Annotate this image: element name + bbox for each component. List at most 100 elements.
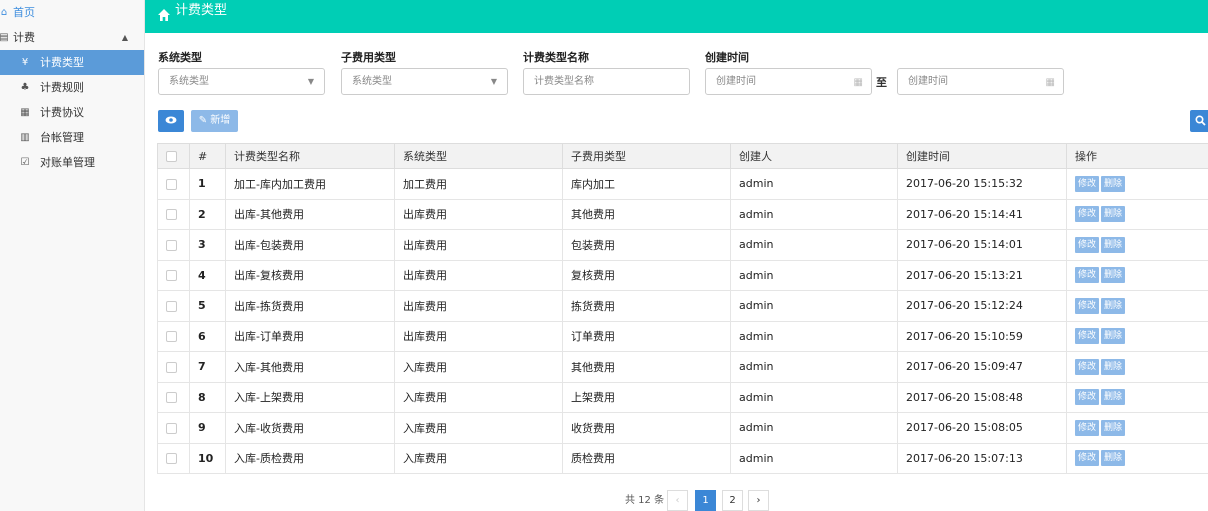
create-time-cell: 2017-06-20 15:08:05: [897, 412, 1067, 444]
fee-type-name-input[interactable]: 计费类型名称: [523, 68, 690, 95]
sidebar-item-home[interactable]: ⌂ 首页: [0, 0, 144, 25]
page-button-1[interactable]: 1: [695, 490, 716, 511]
next-page-button[interactable]: ›: [748, 490, 769, 511]
prev-page-button[interactable]: ‹: [667, 490, 688, 511]
row-checkbox[interactable]: [166, 361, 177, 373]
edit-button[interactable]: 修改: [1075, 450, 1100, 467]
sidebar-item-billing-agreement[interactable]: ▦ 计费协议: [0, 100, 144, 125]
table-row[interactable]: 10 入库-质检费用 入库费用 质检费用 admin 2017-06-20 15:07:1…: [157, 442, 1208, 474]
table-row[interactable]: 8 入库-上架费用 入库费用 上架费用 admin 2017-06-20 15:08:48…: [157, 381, 1208, 413]
create-time-from-input[interactable]: 创建时间 ▦: [705, 68, 872, 95]
table-row[interactable]: 1 加工-库内加工费用 加工费用 库内加工 admin 2017-06-20 15:15:…: [157, 168, 1208, 200]
sub-fee-type-cell: 拣货费用: [562, 290, 731, 322]
view-button[interactable]: [158, 110, 184, 132]
sub-fee-type-cell: 复核费用: [562, 259, 731, 291]
row-checkbox[interactable]: [166, 422, 177, 434]
table-row[interactable]: 7 入库-其他费用 入库费用 其他费用 admin 2017-06-20 15:09:47…: [157, 351, 1208, 383]
table-row[interactable]: 3 出库-包装费用 出库费用 包装费用 admin 2017-06-20 15:14:01…: [157, 229, 1208, 261]
delete-button[interactable]: 删除: [1101, 419, 1126, 436]
delete-button[interactable]: 删除: [1101, 206, 1126, 223]
select-all-cell[interactable]: [157, 143, 190, 169]
sub-fee-type-label: 子费用类型: [341, 51, 396, 64]
row-select-cell[interactable]: [157, 351, 190, 383]
actions-cell: 修改 删除: [1066, 168, 1208, 200]
search-button[interactable]: [1190, 110, 1208, 132]
sidebar-item-billing-rule[interactable]: ♣ 计费规则: [0, 75, 144, 100]
column-header: #: [189, 143, 226, 169]
calendar-icon: ▦: [1045, 77, 1055, 88]
sidebar-item-ledger[interactable]: ▥ 台帐管理: [0, 125, 144, 150]
row-checkbox[interactable]: [166, 270, 177, 282]
page-button-2[interactable]: 2: [722, 490, 743, 511]
add-button[interactable]: ✎ 新增: [191, 110, 238, 132]
create-time-to-input[interactable]: 创建时间 ▦: [897, 68, 1064, 95]
delete-button[interactable]: 删除: [1101, 175, 1126, 192]
row-checkbox[interactable]: [166, 239, 177, 251]
sidebar-item-billing-type[interactable]: ¥ 计费类型: [0, 50, 144, 75]
delete-button[interactable]: 删除: [1101, 297, 1126, 314]
home-icon: [158, 9, 170, 21]
delete-button[interactable]: 删除: [1101, 358, 1126, 375]
column-header[interactable]: 创建时间: [897, 143, 1067, 169]
column-header[interactable]: 子费用类型: [562, 143, 731, 169]
row-select-cell[interactable]: [157, 442, 190, 474]
table-row[interactable]: 6 出库-订单费用 出库费用 订单费用 admin 2017-06-20 15:10:59…: [157, 320, 1208, 352]
row-checkbox[interactable]: [166, 178, 177, 190]
row-checkbox[interactable]: [166, 209, 177, 221]
edit-button[interactable]: 修改: [1075, 358, 1100, 375]
sidebar-item-statement[interactable]: ☑ 对账单管理: [0, 150, 144, 175]
table-row[interactable]: 2 出库-其他费用 出库费用 其他费用 admin 2017-06-20 15:14:41…: [157, 198, 1208, 230]
delete-button[interactable]: 删除: [1101, 236, 1126, 253]
column-header[interactable]: 系统类型: [394, 143, 563, 169]
edit-icon: ✎: [198, 115, 208, 126]
table-row[interactable]: 9 入库-收货费用 入库费用 收货费用 admin 2017-06-20 15:08:05…: [157, 412, 1208, 444]
actions-cell: 修改 删除: [1066, 198, 1208, 230]
row-select-cell[interactable]: [157, 412, 190, 444]
edit-button[interactable]: 修改: [1075, 419, 1100, 436]
create-time-from-placeholder: 创建时间: [716, 76, 756, 87]
creator-cell: admin: [730, 229, 898, 261]
creator-cell: admin: [730, 442, 898, 474]
row-select-cell[interactable]: [157, 381, 190, 413]
row-checkbox[interactable]: [166, 331, 177, 343]
edit-button[interactable]: 修改: [1075, 175, 1100, 192]
edit-button[interactable]: 修改: [1075, 328, 1100, 345]
fee-type-name-cell: 入库-收货费用: [225, 412, 395, 444]
sub-fee-type-cell: 其他费用: [562, 198, 731, 230]
row-checkbox[interactable]: [166, 300, 177, 312]
sub-fee-type-select[interactable]: 系统类型 ▼: [341, 68, 508, 95]
edit-button[interactable]: 修改: [1075, 206, 1100, 223]
edit-button[interactable]: 修改: [1075, 389, 1100, 406]
row-select-cell[interactable]: [157, 229, 190, 261]
system-type-cell: 入库费用: [394, 351, 563, 383]
fee-type-name-cell: 出库-包装费用: [225, 229, 395, 261]
row-checkbox[interactable]: [166, 453, 177, 465]
select-all-checkbox[interactable]: [166, 151, 177, 162]
edit-button[interactable]: 修改: [1075, 297, 1100, 314]
actions-cell: 修改 删除: [1066, 442, 1208, 474]
edit-button[interactable]: 修改: [1075, 267, 1100, 284]
fee-type-name-cell: 出库-其他费用: [225, 198, 395, 230]
table-row[interactable]: 5 出库-拣货费用 出库费用 拣货费用 admin 2017-06-20 15:12:24…: [157, 290, 1208, 322]
delete-button[interactable]: 删除: [1101, 267, 1126, 284]
row-select-cell[interactable]: [157, 320, 190, 352]
create-time-label: 创建时间: [705, 51, 749, 64]
row-select-cell[interactable]: [157, 168, 190, 200]
delete-button[interactable]: 删除: [1101, 389, 1126, 406]
row-select-cell[interactable]: [157, 259, 190, 291]
table-row[interactable]: 4 出库-复核费用 出库费用 复核费用 admin 2017-06-20 15:13:21…: [157, 259, 1208, 291]
delete-button[interactable]: 删除: [1101, 328, 1126, 345]
fee-type-name-label: 计费类型名称: [523, 51, 589, 64]
column-header[interactable]: 计费类型名称: [225, 143, 395, 169]
delete-button[interactable]: 删除: [1101, 450, 1126, 467]
row-index: 2: [189, 198, 226, 230]
sidebar-group-billing[interactable]: ▤ 计费 ▲: [0, 25, 144, 50]
row-checkbox[interactable]: [166, 392, 177, 404]
row-select-cell[interactable]: [157, 198, 190, 230]
column-header[interactable]: 创建人: [730, 143, 898, 169]
fee-type-name-cell: 出库-拣货费用: [225, 290, 395, 322]
row-select-cell[interactable]: [157, 290, 190, 322]
edit-button[interactable]: 修改: [1075, 236, 1100, 253]
system-type-select[interactable]: 系统类型 ▼: [158, 68, 325, 95]
system-type-value: 系统类型: [169, 76, 209, 87]
